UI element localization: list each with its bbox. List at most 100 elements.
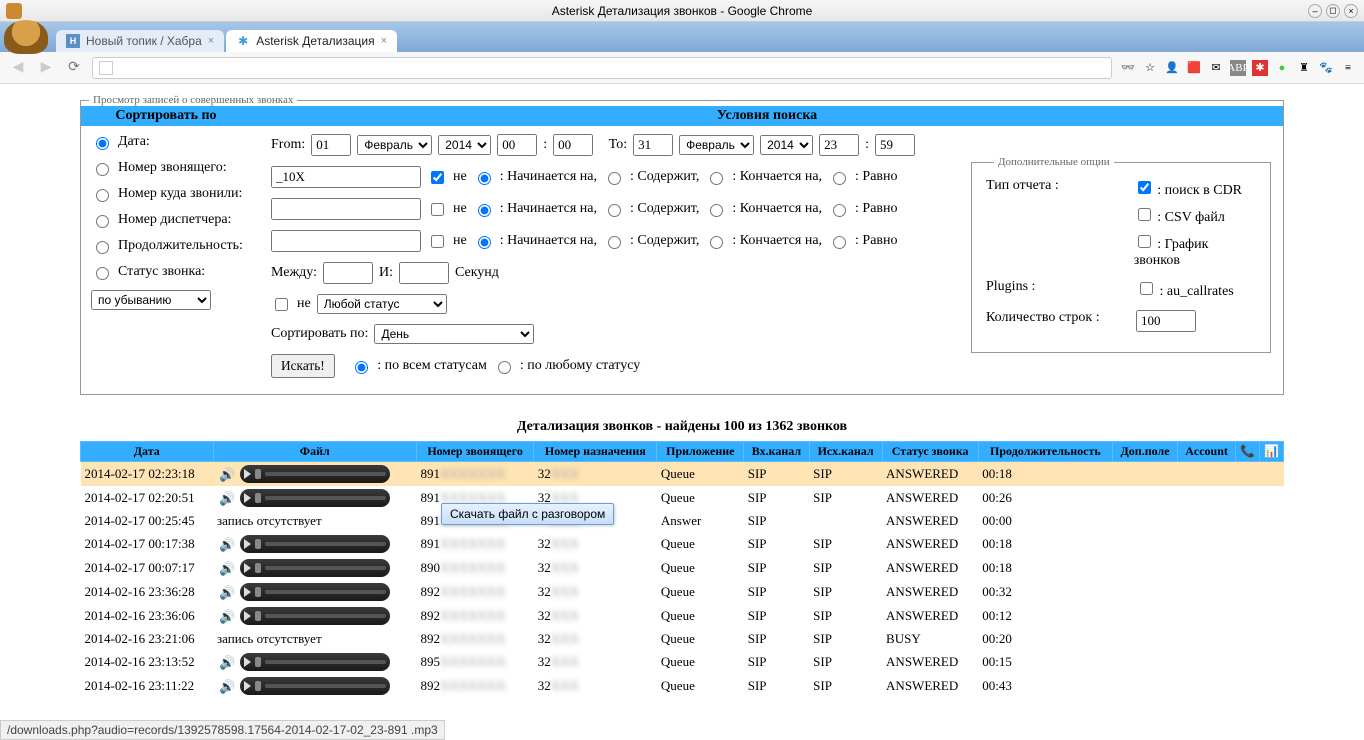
download-audio-icon[interactable]: 🔊 xyxy=(217,467,237,483)
from-month-select[interactable]: Февраль xyxy=(357,135,432,155)
duration-from-input[interactable] xyxy=(323,262,373,284)
ext-green-icon[interactable]: ● xyxy=(1274,60,1290,76)
au-callrates-checkbox[interactable]: : au_callrates xyxy=(1136,279,1234,300)
column-header[interactable]: Продолжительность xyxy=(978,442,1112,462)
ext-mask-icon[interactable]: 👤 xyxy=(1164,60,1180,76)
column-header[interactable]: Вх.канал xyxy=(744,442,809,462)
audio-player[interactable] xyxy=(240,677,390,695)
sort-caller-radio[interactable]: Номер звонящего: xyxy=(91,160,261,176)
from-year-select[interactable]: 2014 xyxy=(438,135,491,155)
phone-icon[interactable]: 📞 xyxy=(1236,442,1260,462)
caller-not-checkbox[interactable] xyxy=(431,171,444,184)
duration-to-input[interactable] xyxy=(399,262,449,284)
sort-callee-radio[interactable]: Номер куда звонили: xyxy=(91,186,261,202)
column-header[interactable]: Файл xyxy=(213,442,416,462)
dispatcher-equals-radio[interactable] xyxy=(833,236,846,249)
back-button[interactable]: ◀ xyxy=(8,58,28,78)
chart-checkbox[interactable]: : График звонков xyxy=(1134,232,1256,269)
callee-equals-radio[interactable] xyxy=(833,204,846,217)
ext-red-icon[interactable]: ✱ xyxy=(1252,60,1268,76)
caller-starts-radio[interactable] xyxy=(478,172,491,185)
to-day-input[interactable] xyxy=(633,134,673,156)
ext-icon[interactable]: ☆ xyxy=(1142,60,1158,76)
to-year-select[interactable]: 2014 xyxy=(760,135,813,155)
from-hour-input[interactable] xyxy=(497,134,537,156)
status-not-checkbox[interactable] xyxy=(275,298,288,311)
status-select[interactable]: Любой статус xyxy=(317,294,447,314)
sort-by-select[interactable]: День xyxy=(374,324,534,344)
download-audio-icon[interactable]: 🔊 xyxy=(217,679,237,695)
export-icon[interactable]: 📊 xyxy=(1260,442,1284,462)
audio-player[interactable] xyxy=(240,535,390,553)
download-audio-icon[interactable]: 🔊 xyxy=(217,537,237,553)
column-header[interactable]: Статус звонка xyxy=(882,442,978,462)
ext-abp-icon[interactable]: ABP xyxy=(1230,60,1246,76)
sort-date-radio[interactable]: Дата: xyxy=(91,134,261,150)
column-header[interactable]: Приложение xyxy=(657,442,744,462)
callee-input[interactable] xyxy=(271,198,421,220)
caller-input[interactable] xyxy=(271,166,421,188)
forward-button[interactable]: ▶ xyxy=(36,58,56,78)
dispatcher-ends-radio[interactable] xyxy=(710,236,723,249)
to-hour-input[interactable] xyxy=(819,134,859,156)
all-statuses-radio[interactable] xyxy=(355,361,368,374)
ext-icon[interactable]: 👓 xyxy=(1120,60,1136,76)
csv-checkbox[interactable]: : CSV файл xyxy=(1134,205,1256,226)
dispatcher-input[interactable] xyxy=(271,230,421,252)
dispatcher-starts-radio[interactable] xyxy=(478,236,491,249)
callee-not-checkbox[interactable] xyxy=(431,203,444,216)
column-header[interactable]: Account xyxy=(1178,442,1236,462)
audio-player[interactable] xyxy=(240,465,390,483)
dispatcher-contains-radio[interactable] xyxy=(608,236,621,249)
to-month-select[interactable]: Февраль xyxy=(679,135,754,155)
download-audio-icon[interactable]: 🔊 xyxy=(217,585,237,601)
column-header[interactable]: Дата xyxy=(81,442,214,462)
callee-starts-radio[interactable] xyxy=(478,204,491,217)
tab-inactive[interactable]: H Новый топик / Хабра × xyxy=(56,30,224,52)
download-audio-icon[interactable]: 🔊 xyxy=(217,609,237,625)
column-header[interactable]: Исх.канал xyxy=(809,442,882,462)
download-audio-icon[interactable]: 🔊 xyxy=(217,655,237,671)
tab-active[interactable]: ✱ Asterisk Детализация × xyxy=(226,30,397,52)
rows-count-input[interactable] xyxy=(1136,310,1196,332)
from-minute-input[interactable] xyxy=(553,134,593,156)
sort-status-radio[interactable]: Статус звонка: xyxy=(91,264,261,280)
ext-icon[interactable]: ♜ xyxy=(1296,60,1312,76)
column-header[interactable]: Доп.поле xyxy=(1113,442,1178,462)
any-status-radio[interactable] xyxy=(498,361,511,374)
caller-contains-radio[interactable] xyxy=(608,172,621,185)
callee-ends-radio[interactable] xyxy=(710,204,723,217)
dispatcher-not-checkbox[interactable] xyxy=(431,235,444,248)
close-tab-icon[interactable]: × xyxy=(381,35,387,47)
caller-ends-radio[interactable] xyxy=(710,172,723,185)
maximize-button[interactable]: ◻ xyxy=(1326,4,1340,18)
sort-by-label: Сортировать по: xyxy=(271,326,368,342)
audio-player[interactable] xyxy=(240,653,390,671)
sort-duration-radio[interactable]: Продолжительность: xyxy=(91,238,261,254)
audio-player[interactable] xyxy=(240,489,390,507)
callee-contains-radio[interactable] xyxy=(608,204,621,217)
audio-player[interactable] xyxy=(240,583,390,601)
minimize-button[interactable]: – xyxy=(1308,4,1322,18)
menu-icon[interactable]: ≡ xyxy=(1340,60,1356,76)
sort-dispatcher-radio[interactable]: Номер диспетчера: xyxy=(91,212,261,228)
sort-order-select[interactable]: по убыванию xyxy=(91,290,211,310)
audio-player[interactable] xyxy=(240,607,390,625)
from-day-input[interactable] xyxy=(311,134,351,156)
column-header[interactable]: Номер звонящего xyxy=(416,442,533,462)
address-bar[interactable] xyxy=(92,57,1112,79)
close-window-button[interactable]: × xyxy=(1344,4,1358,18)
close-tab-icon[interactable]: × xyxy=(208,35,214,47)
ext-paw-icon[interactable]: 🐾 xyxy=(1318,60,1334,76)
caller-equals-radio[interactable] xyxy=(833,172,846,185)
audio-player[interactable] xyxy=(240,559,390,577)
ext-mail-icon[interactable]: ✉ xyxy=(1208,60,1224,76)
download-audio-icon[interactable]: 🔊 xyxy=(217,491,237,507)
reload-button[interactable]: ⟳ xyxy=(64,58,84,78)
column-header[interactable]: Номер назначения xyxy=(534,442,657,462)
to-minute-input[interactable] xyxy=(875,134,915,156)
ext-flag-icon[interactable]: 🟥 xyxy=(1186,60,1202,76)
download-audio-icon[interactable]: 🔊 xyxy=(217,561,237,577)
search-button[interactable]: Искать! xyxy=(271,354,335,378)
cdr-checkbox[interactable]: : поиск в CDR xyxy=(1134,178,1256,199)
